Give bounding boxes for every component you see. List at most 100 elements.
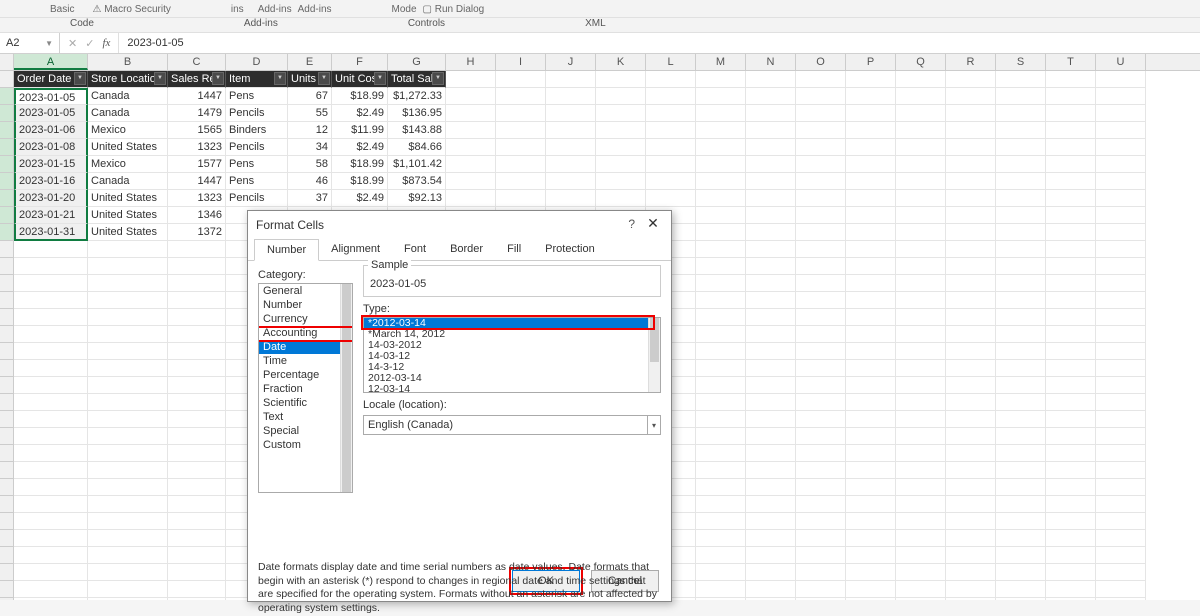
cell[interactable]: $1,272.33 bbox=[388, 88, 446, 105]
row-header[interactable] bbox=[0, 581, 14, 598]
cell[interactable] bbox=[1046, 377, 1096, 394]
cell[interactable] bbox=[696, 581, 746, 598]
cell[interactable] bbox=[88, 292, 168, 309]
cell[interactable] bbox=[646, 105, 696, 122]
cell[interactable] bbox=[168, 581, 226, 598]
row-header[interactable] bbox=[0, 275, 14, 292]
row-header[interactable] bbox=[0, 326, 14, 343]
cell[interactable]: $18.99 bbox=[332, 173, 388, 190]
cell[interactable]: $92.13 bbox=[388, 190, 446, 207]
cell[interactable] bbox=[1046, 156, 1096, 173]
cell[interactable] bbox=[896, 122, 946, 139]
cell[interactable] bbox=[846, 564, 896, 581]
cell[interactable] bbox=[1096, 309, 1146, 326]
cell[interactable] bbox=[1096, 394, 1146, 411]
cell[interactable] bbox=[14, 530, 88, 547]
cell[interactable] bbox=[846, 139, 896, 156]
cell[interactable]: Pencils bbox=[226, 190, 288, 207]
cell[interactable] bbox=[1096, 207, 1146, 224]
cell[interactable] bbox=[1046, 479, 1096, 496]
cell[interactable] bbox=[796, 156, 846, 173]
cell[interactable]: 2023-01-20 bbox=[14, 190, 88, 207]
category-item[interactable]: Scientific bbox=[259, 396, 352, 410]
cell[interactable]: 1577 bbox=[168, 156, 226, 173]
cell[interactable] bbox=[496, 88, 546, 105]
cell[interactable] bbox=[596, 190, 646, 207]
cell[interactable] bbox=[946, 411, 996, 428]
cell[interactable] bbox=[1096, 513, 1146, 530]
cell[interactable] bbox=[1096, 581, 1146, 598]
cell[interactable]: $18.99 bbox=[332, 88, 388, 105]
cell[interactable] bbox=[14, 309, 88, 326]
cell[interactable] bbox=[696, 411, 746, 428]
cell[interactable] bbox=[996, 224, 1046, 241]
cell[interactable] bbox=[846, 445, 896, 462]
cell[interactable] bbox=[696, 224, 746, 241]
cell[interactable] bbox=[746, 530, 796, 547]
cell[interactable] bbox=[696, 445, 746, 462]
cell[interactable] bbox=[168, 513, 226, 530]
cell[interactable] bbox=[996, 479, 1046, 496]
cell[interactable] bbox=[14, 360, 88, 377]
dialog-title-bar[interactable]: Format Cells ? ✕ bbox=[248, 211, 671, 239]
cell[interactable] bbox=[896, 326, 946, 343]
cell[interactable] bbox=[746, 173, 796, 190]
cell[interactable] bbox=[996, 207, 1046, 224]
cell[interactable] bbox=[1096, 241, 1146, 258]
cell[interactable] bbox=[696, 122, 746, 139]
cell[interactable] bbox=[88, 241, 168, 258]
cell[interactable] bbox=[446, 190, 496, 207]
cell[interactable] bbox=[746, 564, 796, 581]
row-header[interactable] bbox=[0, 462, 14, 479]
cell[interactable] bbox=[168, 564, 226, 581]
cell[interactable] bbox=[796, 496, 846, 513]
cell[interactable]: 12 bbox=[288, 122, 332, 139]
cell[interactable] bbox=[996, 156, 1046, 173]
cell[interactable] bbox=[696, 377, 746, 394]
cell[interactable] bbox=[996, 496, 1046, 513]
ribbon-run-dialog[interactable]: Run Dialog bbox=[435, 4, 484, 15]
cell[interactable]: Canada bbox=[88, 88, 168, 105]
tab-border[interactable]: Border bbox=[438, 239, 495, 260]
cell[interactable]: 2023-01-31 bbox=[14, 224, 88, 241]
column-header[interactable]: B bbox=[88, 54, 168, 70]
category-item[interactable]: Special bbox=[259, 424, 352, 438]
cell[interactable] bbox=[168, 479, 226, 496]
cell[interactable] bbox=[1046, 564, 1096, 581]
cell[interactable] bbox=[896, 292, 946, 309]
cell[interactable] bbox=[14, 377, 88, 394]
cell[interactable] bbox=[896, 581, 946, 598]
column-header[interactable]: O bbox=[796, 54, 846, 70]
row-header[interactable] bbox=[0, 564, 14, 581]
cell[interactable] bbox=[846, 122, 896, 139]
category-item[interactable]: Accounting bbox=[259, 326, 352, 340]
cell[interactable] bbox=[796, 581, 846, 598]
cell[interactable] bbox=[896, 207, 946, 224]
cell[interactable] bbox=[746, 122, 796, 139]
cell[interactable]: Mexico bbox=[88, 122, 168, 139]
category-item[interactable]: Custom bbox=[259, 438, 352, 452]
cell[interactable] bbox=[796, 105, 846, 122]
cell[interactable] bbox=[896, 71, 946, 88]
cell[interactable] bbox=[796, 71, 846, 88]
cell[interactable] bbox=[1096, 428, 1146, 445]
cell[interactable] bbox=[88, 275, 168, 292]
cell[interactable] bbox=[946, 275, 996, 292]
cell[interactable] bbox=[14, 275, 88, 292]
filter-icon[interactable]: ▼ bbox=[374, 72, 386, 85]
cell[interactable] bbox=[696, 139, 746, 156]
cell[interactable] bbox=[896, 173, 946, 190]
cell[interactable] bbox=[996, 190, 1046, 207]
cell[interactable] bbox=[168, 547, 226, 564]
cell[interactable] bbox=[1096, 377, 1146, 394]
row-header[interactable] bbox=[0, 105, 14, 122]
cell[interactable] bbox=[168, 462, 226, 479]
cell[interactable] bbox=[946, 258, 996, 275]
cell[interactable] bbox=[88, 496, 168, 513]
cell[interactable] bbox=[596, 139, 646, 156]
cell[interactable] bbox=[1096, 105, 1146, 122]
ribbon-mode[interactable]: Mode bbox=[392, 4, 417, 15]
cell[interactable] bbox=[1046, 275, 1096, 292]
cell[interactable] bbox=[996, 513, 1046, 530]
row-header[interactable] bbox=[0, 190, 14, 207]
